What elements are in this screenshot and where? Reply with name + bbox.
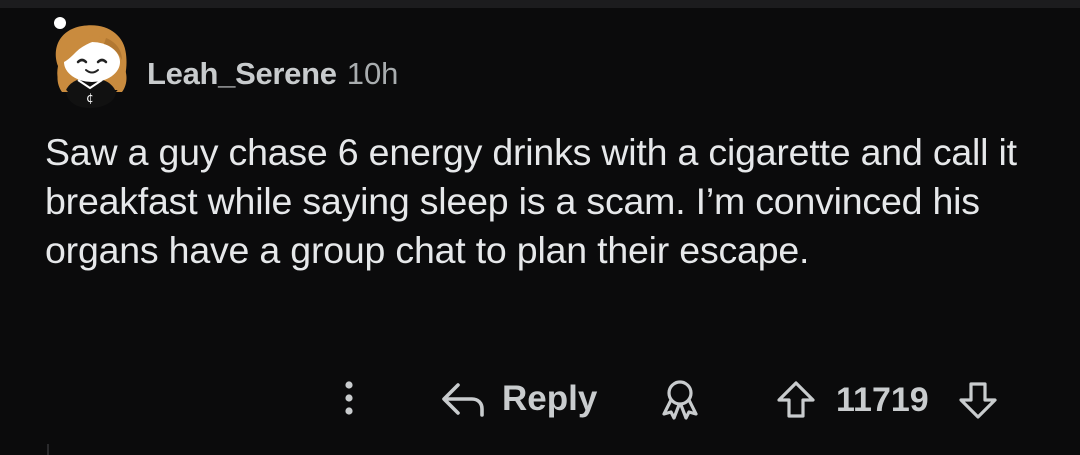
snoo-avatar-icon: ¢	[54, 17, 127, 108]
comment-timestamp: 10h	[346, 56, 399, 91]
vote-count: 11719	[836, 381, 929, 419]
comment-body: Saw a guy chase 6 energy drinks with a c…	[45, 131, 1017, 271]
comment-meta: Leah_Serene 10h	[147, 56, 398, 92]
downvote-arrow-icon	[959, 382, 997, 419]
username-link[interactable]: Leah_Serene	[147, 56, 337, 92]
more-vertical-icon	[345, 381, 353, 415]
thread-line	[47, 444, 49, 455]
award-icon	[662, 380, 698, 420]
upvote-arrow-icon	[777, 381, 815, 418]
reply-label: Reply	[502, 379, 598, 418]
more-options-button[interactable]	[332, 376, 366, 420]
comment-action-bar: Reply 11719	[0, 372, 1080, 428]
reply-button[interactable]: Reply	[440, 374, 597, 424]
downvote-button[interactable]	[956, 378, 1000, 422]
award-button[interactable]	[656, 376, 704, 422]
comment-card: ¢ Leah_Serene 10h Saw a guy chase 6 ener…	[0, 0, 1080, 455]
svg-text:¢: ¢	[86, 91, 94, 105]
user-avatar[interactable]: ¢	[44, 16, 136, 112]
upvote-button[interactable]	[774, 378, 818, 422]
reply-arrow-icon	[442, 383, 484, 417]
